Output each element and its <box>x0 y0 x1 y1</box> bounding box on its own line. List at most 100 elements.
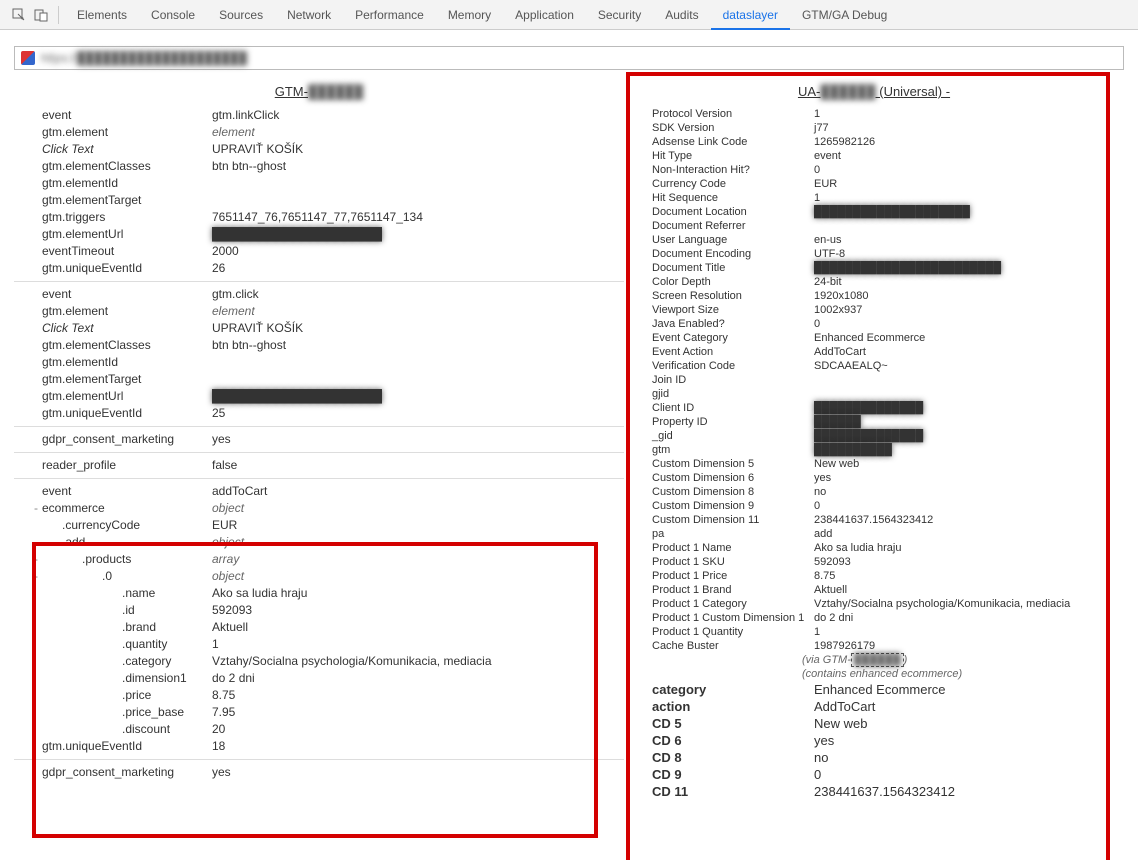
kv-key: Join ID <box>646 373 814 387</box>
kv-key: gtm.element <box>42 124 212 141</box>
tab-memory[interactable]: Memory <box>436 0 503 30</box>
tab-console[interactable]: Console <box>139 0 207 30</box>
kv-value: EUR <box>212 517 624 534</box>
datalayer-pane: GTM-██████ GTM-██████ eventgtm.linkClick… <box>14 80 624 860</box>
tab-security[interactable]: Security <box>586 0 653 30</box>
tab-network[interactable]: Network <box>275 0 343 30</box>
kv-row: SDK Versionj77 <box>634 121 1114 135</box>
kv-key: gtm.uniqueEventId <box>42 260 212 277</box>
kv-value: ████████████████████ <box>212 226 624 243</box>
kv-key: Protocol Version <box>646 107 814 121</box>
kv-value: event <box>814 149 1114 163</box>
kv-row: .brandAktuell <box>14 619 624 636</box>
kv-row: gtm.elementUrl████████████████████ <box>14 226 624 243</box>
kv-key: event <box>42 483 212 500</box>
kv-value: 0 <box>814 499 1114 513</box>
kv-row: Click TextUPRAVIŤ KOŠÍK <box>14 141 624 158</box>
url-bar[interactable]: https://████████████████████ <box>14 46 1124 70</box>
kv-row: gtm.uniqueEventId18 <box>14 738 624 755</box>
expand-toggle[interactable]: - <box>30 568 42 585</box>
kv-row: Java Enabled?0 <box>634 317 1114 331</box>
kv-row: Product 1 Price8.75 <box>634 569 1114 583</box>
kv-row: .dimension1do 2 dni <box>14 670 624 687</box>
kv-key: gjid <box>646 387 814 401</box>
kv-value: 592093 <box>212 602 624 619</box>
kv-row: .quantity1 <box>14 636 624 653</box>
kv-row: .categoryVztahy/Socialna psychologia/Kom… <box>14 653 624 670</box>
tab-audits[interactable]: Audits <box>653 0 710 30</box>
inspect-icon[interactable] <box>8 4 30 26</box>
kv-key: .products <box>42 551 212 568</box>
kv-value: Enhanced Ecommerce <box>814 331 1114 345</box>
kv-value: j77 <box>814 121 1114 135</box>
kv-row: gtm.elementelement <box>14 124 624 141</box>
device-toggle-icon[interactable] <box>30 4 52 26</box>
kv-value: do 2 dni <box>212 670 624 687</box>
kv-row: Color Depth24-bit <box>634 275 1114 289</box>
ua-tracker-heading[interactable]: UA-██████ (Universal) - <box>634 80 1114 103</box>
kv-value: ██████ <box>814 415 1114 429</box>
separator <box>14 281 624 282</box>
kv-key: Product 1 Quantity <box>646 625 814 639</box>
summary-row: CD 8no <box>634 749 1114 766</box>
gtm-container-heading[interactable]: GTM-██████ GTM-██████ <box>14 80 624 103</box>
kv-key: .0 <box>42 568 212 585</box>
kv-row: gdpr_consent_marketingyes <box>14 431 624 448</box>
summary-value: New web <box>814 715 1114 732</box>
kv-key: Color Depth <box>646 275 814 289</box>
kv-key: Product 1 Category <box>646 597 814 611</box>
kv-key: .dimension1 <box>42 670 212 687</box>
kv-row: -.addobject <box>14 534 624 551</box>
kv-value: UPRAVIŤ KOŠÍK <box>212 320 624 337</box>
kv-value: 26 <box>212 260 624 277</box>
kv-key: pa <box>646 527 814 541</box>
kv-row: Product 1 Quantity1 <box>634 625 1114 639</box>
kv-key: Product 1 Custom Dimension 1 <box>646 611 814 625</box>
kv-value: 18 <box>212 738 624 755</box>
summary-key: category <box>646 681 814 698</box>
expand-toggle[interactable]: - <box>30 500 42 517</box>
kv-key: event <box>42 286 212 303</box>
kv-row: Custom Dimension 6yes <box>634 471 1114 485</box>
tab-sources[interactable]: Sources <box>207 0 275 30</box>
kv-row: -.productsarray <box>14 551 624 568</box>
kv-value: 0 <box>814 163 1114 177</box>
tab-application[interactable]: Application <box>503 0 586 30</box>
summary-row: CD 6yes <box>634 732 1114 749</box>
tab-elements[interactable]: Elements <box>65 0 139 30</box>
kv-row: Custom Dimension 90 <box>634 499 1114 513</box>
expand-toggle[interactable]: - <box>30 534 42 551</box>
kv-value: 1987926179 <box>814 639 1114 653</box>
kv-value: Ako sa ludia hraju <box>814 541 1114 555</box>
kv-value: 0 <box>814 317 1114 331</box>
summary-value: 238441637.1564323412 <box>814 783 1114 800</box>
summary-key: CD 6 <box>646 732 814 749</box>
kv-row: .price8.75 <box>14 687 624 704</box>
kv-key: Document Title <box>646 261 814 275</box>
kv-row: gjid <box>634 387 1114 401</box>
kv-value: do 2 dni <box>814 611 1114 625</box>
kv-row: Document Title████████████████████████ <box>634 261 1114 275</box>
expand-toggle[interactable]: - <box>30 551 42 568</box>
kv-value: Aktuell <box>814 583 1114 597</box>
summary-value: yes <box>814 732 1114 749</box>
tab-performance[interactable]: Performance <box>343 0 436 30</box>
kv-value: 1 <box>814 191 1114 205</box>
kv-key: .id <box>42 602 212 619</box>
kv-row: eventgtm.click <box>14 286 624 303</box>
kv-value: gtm.click <box>212 286 624 303</box>
kv-key: Adsense Link Code <box>646 135 814 149</box>
kv-key: gtm.elementClasses <box>42 158 212 175</box>
kv-key: gtm.uniqueEventId <box>42 738 212 755</box>
kv-key: ecommerce <box>42 500 212 517</box>
kv-key: Click Text <box>42 320 212 337</box>
kv-value: object <box>212 500 624 517</box>
tab-gtm-ga-debug[interactable]: GTM/GA Debug <box>790 0 899 30</box>
kv-row: Product 1 CategoryVztahy/Socialna psycho… <box>634 597 1114 611</box>
kv-key: gtm.triggers <box>42 209 212 226</box>
kv-key: gtm.element <box>42 303 212 320</box>
kv-key: Product 1 Price <box>646 569 814 583</box>
kv-row: gtm██████████ <box>634 443 1114 457</box>
kv-row: Verification CodeSDCAAEALQ~ <box>634 359 1114 373</box>
tab-dataslayer[interactable]: dataslayer <box>711 0 790 30</box>
